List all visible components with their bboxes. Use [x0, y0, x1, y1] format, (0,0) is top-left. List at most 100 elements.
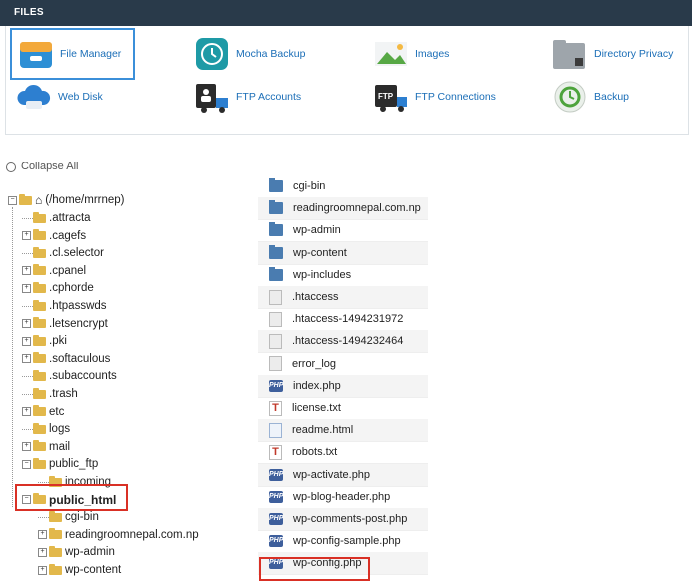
folder-icon — [269, 266, 283, 281]
tree-item-label: readingroomnepal.com.np — [65, 528, 199, 541]
wp-config-highlight — [259, 557, 370, 581]
web-disk-tool[interactable]: Web Disk — [16, 79, 103, 115]
directory-privacy-tool[interactable]: Directory Privacy — [552, 36, 673, 72]
file-name: .htaccess — [292, 291, 339, 303]
file-row[interactable]: cgi-bin — [258, 175, 428, 198]
file-icon — [269, 289, 282, 305]
file-row[interactable]: PHP wp-config-sample.php — [258, 530, 428, 554]
tree-item[interactable]: .htpasswds — [22, 298, 107, 314]
public-html-highlight — [15, 484, 128, 511]
tree-item-label: public_ftp — [49, 458, 99, 471]
collapse-toggle-icon[interactable]: − — [8, 195, 17, 205]
tree-connector — [22, 375, 33, 377]
tree-item-label: .subaccounts — [49, 370, 117, 383]
file-manager-tool[interactable]: File Manager — [10, 28, 136, 80]
php-file-icon: PHP — [269, 490, 283, 503]
mocha-backup-tool[interactable]: Mocha Backup — [194, 36, 305, 72]
folder-icon — [49, 528, 62, 540]
folder-icon — [33, 317, 46, 329]
file-row[interactable]: PHP wp-blog-header.php — [258, 486, 428, 509]
tree-item[interactable]: .cl.selector — [22, 245, 104, 261]
tree-item[interactable]: cgi-bin — [38, 509, 99, 525]
folder-icon — [33, 352, 46, 364]
expand-toggle-icon[interactable]: + — [22, 283, 31, 293]
files-tools-panel: File Manager Mocha Backup Images Directo… — [5, 26, 689, 135]
folder-icon — [33, 211, 46, 223]
expand-toggle-icon[interactable]: + — [22, 354, 31, 364]
expand-toggle-icon[interactable]: + — [22, 319, 31, 329]
folder-icon — [33, 334, 46, 346]
expand-toggle-icon[interactable]: + — [38, 565, 47, 575]
tree-item[interactable]: + wp-content — [38, 562, 121, 578]
file-row[interactable]: wp-includes — [258, 264, 428, 287]
file-row[interactable]: Tlicense.txt — [258, 397, 428, 420]
collapse-all-link[interactable]: Collapse All — [6, 162, 78, 172]
tree-item-label: .letsencrypt — [49, 317, 108, 330]
expand-toggle-icon[interactable]: + — [22, 442, 31, 452]
tree-item[interactable]: + wp-admin — [38, 544, 115, 560]
tree-connector — [22, 393, 33, 395]
file-row[interactable]: readme.html — [258, 419, 428, 443]
file-name: error_log — [292, 357, 337, 370]
folder-icon — [33, 246, 46, 258]
file-name: wp-blog-header.php — [293, 490, 391, 503]
backup-label: Backup — [594, 91, 630, 103]
ftp-accounts-label: FTP Accounts — [236, 91, 302, 103]
folder-icon — [33, 281, 46, 293]
file-row[interactable]: wp-content — [258, 241, 428, 265]
tree-item[interactable]: + .cpanel — [22, 263, 86, 279]
expand-toggle-icon[interactable]: − — [22, 459, 31, 469]
text-file-icon: T — [269, 400, 282, 416]
tree-item[interactable]: .trash — [22, 386, 78, 402]
expand-toggle-icon[interactable]: + — [38, 547, 47, 557]
tree-item[interactable]: + .cagefs — [22, 228, 86, 244]
tree-item-label: .pki — [49, 335, 67, 348]
tree-item[interactable]: logs — [22, 421, 70, 437]
file-row[interactable]: .htaccess-1494231972 — [258, 308, 428, 332]
tree-item[interactable]: + .softaculous — [22, 351, 110, 367]
folder-icon — [49, 510, 62, 522]
tree-item[interactable]: + .cphorde — [22, 280, 94, 296]
tree-item[interactable]: + mail — [22, 439, 70, 455]
expand-toggle-icon[interactable]: + — [38, 530, 47, 540]
web-disk-icon — [16, 79, 52, 115]
file-row[interactable]: error_log — [258, 353, 428, 376]
expand-toggle-icon[interactable]: + — [22, 231, 31, 241]
tree-item[interactable]: + etc — [22, 404, 64, 420]
file-row[interactable]: Trobots.txt — [258, 441, 428, 465]
file-row[interactable]: .htaccess — [258, 286, 428, 309]
expand-toggle-icon[interactable]: + — [22, 266, 31, 276]
file-name: wp-includes — [293, 268, 352, 281]
ftp-accounts-tool[interactable]: FTP Accounts — [194, 79, 301, 115]
tree-item[interactable]: + .letsencrypt — [22, 316, 108, 332]
file-name: wp-admin — [293, 224, 341, 237]
ftp-connections-tool[interactable]: FTP FTP Connections — [373, 79, 496, 115]
folder-icon — [49, 563, 62, 575]
ftp-accounts-icon — [194, 79, 230, 115]
tree-item[interactable]: .subaccounts — [22, 368, 117, 384]
folder-icon — [33, 299, 46, 311]
tree-connector — [38, 481, 49, 483]
tree-connector — [22, 305, 33, 307]
file-name: wp-config-sample.php — [293, 535, 401, 548]
file-row[interactable]: wp-admin — [258, 219, 428, 243]
tree-root[interactable]: − ⌂ (/home/mrrnep) — [8, 192, 125, 208]
tree-item[interactable]: .attracta — [22, 210, 91, 226]
tree-item-label: .softaculous — [49, 352, 111, 365]
tree-item[interactable]: + .pki — [22, 333, 67, 349]
backup-tool[interactable]: Backup — [552, 79, 629, 115]
images-label: Images — [415, 48, 450, 60]
file-row[interactable]: PHP wp-activate.php — [258, 463, 428, 487]
file-row[interactable]: readingroomnepal.com.np — [258, 197, 428, 221]
file-row[interactable]: .htaccess-1494232464 — [258, 330, 428, 354]
images-tool[interactable]: Images — [373, 36, 449, 72]
ftp-connections-icon: FTP — [373, 79, 409, 115]
file-row[interactable]: PHP index.php — [258, 374, 428, 398]
tree-item[interactable]: + readingroomnepal.com.np — [38, 527, 199, 543]
directory-privacy-label: Directory Privacy — [594, 48, 674, 60]
expand-toggle-icon[interactable]: + — [22, 336, 31, 346]
file-row[interactable]: PHP wp-comments-post.php — [258, 508, 428, 531]
tree-connector — [22, 217, 33, 219]
tree-item[interactable]: − public_ftp — [22, 456, 98, 472]
expand-toggle-icon[interactable]: + — [22, 407, 31, 417]
